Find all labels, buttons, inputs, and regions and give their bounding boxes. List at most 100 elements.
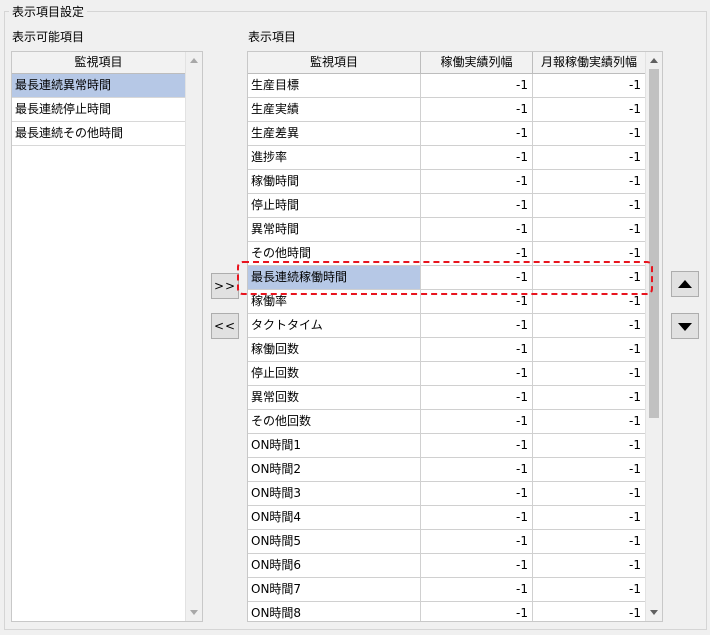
table-row[interactable]: 稼働率 -1 -1 <box>248 290 646 314</box>
table-row[interactable]: 異常回数 -1 -1 <box>248 386 646 410</box>
width-cell[interactable]: -1 <box>421 338 533 362</box>
monthly-width-cell[interactable]: -1 <box>533 434 646 458</box>
available-list-scrollbar[interactable] <box>185 52 202 621</box>
monthly-width-cell[interactable]: -1 <box>533 554 646 578</box>
monthly-width-cell[interactable]: -1 <box>533 578 646 602</box>
list-item[interactable]: 最長連続その他時間 <box>12 122 186 146</box>
monitor-item-cell[interactable]: ON時間4 <box>248 506 421 530</box>
monthly-width-cell[interactable]: -1 <box>533 242 646 266</box>
width-cell[interactable]: -1 <box>421 194 533 218</box>
monthly-width-cell[interactable]: -1 <box>533 458 646 482</box>
monitor-item-cell[interactable]: 生産実績 <box>248 98 421 122</box>
monitor-item-cell[interactable]: ON時間3 <box>248 482 421 506</box>
width-cell[interactable]: -1 <box>421 458 533 482</box>
available-items-list[interactable]: 監視項目 最長連続異常時間 最長連続停止時間 最長連続その他時間 <box>11 51 203 622</box>
monitor-item-cell[interactable]: 稼働率 <box>248 290 421 314</box>
width-cell[interactable]: -1 <box>421 362 533 386</box>
move-up-button[interactable] <box>671 271 699 297</box>
table-row[interactable]: タクトタイム -1 -1 <box>248 314 646 338</box>
width-cell[interactable]: -1 <box>421 386 533 410</box>
monitor-item-cell[interactable]: 稼働回数 <box>248 338 421 362</box>
monitor-item-cell[interactable]: 生産目標 <box>248 74 421 98</box>
width-cell[interactable]: -1 <box>421 242 533 266</box>
width-cell[interactable]: -1 <box>421 434 533 458</box>
monthly-width-cell[interactable]: -1 <box>533 386 646 410</box>
monitor-item-cell[interactable]: ON時間2 <box>248 458 421 482</box>
table-row[interactable]: 停止時間 -1 -1 <box>248 194 646 218</box>
monthly-width-cell[interactable]: -1 <box>533 506 646 530</box>
monthly-width-cell[interactable]: -1 <box>533 410 646 434</box>
width-cell[interactable]: -1 <box>421 170 533 194</box>
monitor-item-cell[interactable]: 停止回数 <box>248 362 421 386</box>
table-row[interactable]: 最長連続稼働時間 -1 -1 <box>248 266 646 290</box>
table-row[interactable]: 生産差異 -1 -1 <box>248 122 646 146</box>
monitor-item-cell[interactable]: 生産差異 <box>248 122 421 146</box>
table-row[interactable]: ON時間7 -1 -1 <box>248 578 646 602</box>
monitor-item-cell[interactable]: ON時間1 <box>248 434 421 458</box>
width-cell[interactable]: -1 <box>421 266 533 290</box>
monthly-width-cell[interactable]: -1 <box>533 218 646 242</box>
scroll-down-icon[interactable] <box>650 610 658 615</box>
scroll-up-icon[interactable] <box>650 58 658 63</box>
monitor-item-cell[interactable]: 最長連続稼働時間 <box>248 266 421 290</box>
monthly-width-cell[interactable]: -1 <box>533 482 646 506</box>
table-row[interactable]: 異常時間 -1 -1 <box>248 218 646 242</box>
display-grid-scrollbar[interactable] <box>645 52 662 621</box>
monthly-width-cell[interactable]: -1 <box>533 290 646 314</box>
remove-item-button[interactable]: << <box>211 313 239 339</box>
table-row[interactable]: ON時間6 -1 -1 <box>248 554 646 578</box>
monthly-width-cell[interactable]: -1 <box>533 74 646 98</box>
width-cell[interactable]: -1 <box>421 290 533 314</box>
table-row[interactable]: 生産実績 -1 -1 <box>248 98 646 122</box>
table-row[interactable]: ON時間1 -1 -1 <box>248 434 646 458</box>
monthly-width-cell[interactable]: -1 <box>533 98 646 122</box>
table-row[interactable]: その他回数 -1 -1 <box>248 410 646 434</box>
list-item[interactable]: 最長連続異常時間 <box>12 74 186 98</box>
width-cell[interactable]: -1 <box>421 506 533 530</box>
width-cell[interactable]: -1 <box>421 314 533 338</box>
monitor-item-cell[interactable]: ON時間5 <box>248 530 421 554</box>
monthly-width-cell[interactable]: -1 <box>533 122 646 146</box>
monitor-item-cell[interactable]: その他回数 <box>248 410 421 434</box>
column-header-item[interactable]: 監視項目 <box>248 52 421 74</box>
table-row[interactable]: その他時間 -1 -1 <box>248 242 646 266</box>
scroll-thumb[interactable] <box>649 69 659 418</box>
monitor-item-cell[interactable]: 異常時間 <box>248 218 421 242</box>
table-row[interactable]: ON時間3 -1 -1 <box>248 482 646 506</box>
move-down-button[interactable] <box>671 313 699 339</box>
table-row[interactable]: 稼働時間 -1 -1 <box>248 170 646 194</box>
monitor-item-cell[interactable]: ON時間8 <box>248 602 421 621</box>
list-item[interactable]: 最長連続停止時間 <box>12 98 186 122</box>
monthly-width-cell[interactable]: -1 <box>533 266 646 290</box>
monthly-width-cell[interactable]: -1 <box>533 170 646 194</box>
add-item-button[interactable]: >> <box>211 273 239 299</box>
table-row[interactable]: ON時間4 -1 -1 <box>248 506 646 530</box>
monitor-item-cell[interactable]: その他時間 <box>248 242 421 266</box>
table-row[interactable]: ON時間8 -1 -1 <box>248 602 646 621</box>
width-cell[interactable]: -1 <box>421 218 533 242</box>
scroll-up-icon[interactable] <box>190 58 198 63</box>
width-cell[interactable]: -1 <box>421 530 533 554</box>
width-cell[interactable]: -1 <box>421 410 533 434</box>
width-cell[interactable]: -1 <box>421 122 533 146</box>
monitor-item-cell[interactable]: 停止時間 <box>248 194 421 218</box>
column-header-width[interactable]: 稼働実績列幅 <box>421 52 533 74</box>
monthly-width-cell[interactable]: -1 <box>533 314 646 338</box>
monitor-item-cell[interactable]: 異常回数 <box>248 386 421 410</box>
monthly-width-cell[interactable]: -1 <box>533 362 646 386</box>
table-row[interactable]: ON時間5 -1 -1 <box>248 530 646 554</box>
width-cell[interactable]: -1 <box>421 98 533 122</box>
width-cell[interactable]: -1 <box>421 482 533 506</box>
monitor-item-cell[interactable]: 進捗率 <box>248 146 421 170</box>
column-header-monthly-width[interactable]: 月報稼働実績列幅 <box>533 52 646 74</box>
monthly-width-cell[interactable]: -1 <box>533 530 646 554</box>
width-cell[interactable]: -1 <box>421 146 533 170</box>
width-cell[interactable]: -1 <box>421 578 533 602</box>
table-row[interactable]: 停止回数 -1 -1 <box>248 362 646 386</box>
width-cell[interactable]: -1 <box>421 602 533 621</box>
monitor-item-cell[interactable]: タクトタイム <box>248 314 421 338</box>
table-row[interactable]: ON時間2 -1 -1 <box>248 458 646 482</box>
monthly-width-cell[interactable]: -1 <box>533 602 646 621</box>
width-cell[interactable]: -1 <box>421 74 533 98</box>
display-items-grid[interactable]: 監視項目 稼働実績列幅 月報稼働実績列幅 生産目標 -1 -1 生産実績 -1 -1 生産差… <box>247 51 663 622</box>
